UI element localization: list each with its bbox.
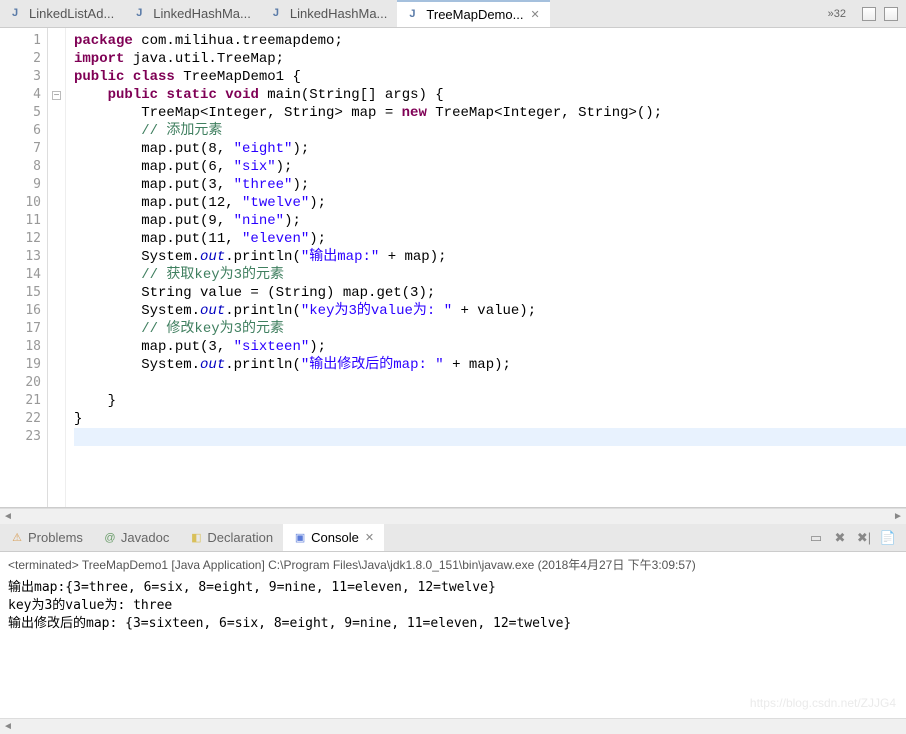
line-number: 4 <box>0 86 47 104</box>
line-number: 14 <box>0 266 47 284</box>
console-line: 输出修改后的map: {3=sixteen, 6=six, 8=eight, 9… <box>8 615 898 633</box>
javadoc-icon: @ <box>103 531 117 545</box>
fold-toggle-icon[interactable]: − <box>52 91 61 100</box>
code-line[interactable]: package com.milihua.treemapdemo; <box>74 32 906 50</box>
scroll-right-icon[interactable]: ► <box>890 511 906 522</box>
code-line[interactable]: public class TreeMapDemo1 { <box>74 68 906 86</box>
code-line[interactable]: map.put(3, "three"); <box>74 176 906 194</box>
tab-label: LinkedHashMa... <box>153 6 251 21</box>
line-number: 15 <box>0 284 47 302</box>
declaration-icon: ◧ <box>189 531 203 545</box>
code-line[interactable]: } <box>74 410 906 428</box>
code-line[interactable]: map.put(9, "nine"); <box>74 212 906 230</box>
code-line[interactable]: System.out.println("输出map:" + map); <box>74 248 906 266</box>
remove-launch-icon[interactable]: ▭ <box>808 530 824 546</box>
line-number: 6 <box>0 122 47 140</box>
code-area[interactable]: package com.milihua.treemapdemo;import j… <box>66 28 906 507</box>
code-line[interactable]: map.put(6, "six"); <box>74 158 906 176</box>
tab-label: TreeMapDemo... <box>426 7 523 22</box>
watermark: https://blog.csdn.net/ZJJG4 <box>750 696 896 710</box>
code-line[interactable]: } <box>74 392 906 410</box>
editor-tab-0[interactable]: LinkedListAd... <box>0 0 124 27</box>
line-number: 21 <box>0 392 47 410</box>
java-file-icon <box>271 7 285 21</box>
view-tab-console[interactable]: ▣ Console ✕ <box>283 524 384 551</box>
code-line[interactable]: String value = (String) map.get(3); <box>74 284 906 302</box>
console-line: 输出map:{3=three, 6=six, 8=eight, 9=nine, … <box>8 579 898 597</box>
editor-tab-1[interactable]: LinkedHashMa... <box>124 0 261 27</box>
view-tab-label: Console <box>311 530 359 545</box>
horizontal-scrollbar[interactable]: ◄ ► <box>0 508 906 524</box>
maximize-button[interactable] <box>884 7 898 21</box>
editor-tab-2[interactable]: LinkedHashMa... <box>261 0 398 27</box>
line-number: 13 <box>0 248 47 266</box>
console-header: <terminated> TreeMapDemo1 [Java Applicat… <box>0 552 906 577</box>
view-tab-javadoc[interactable]: @ Javadoc <box>93 524 179 551</box>
line-number: 12 <box>0 230 47 248</box>
console-icon: ▣ <box>293 531 307 545</box>
minimize-button[interactable] <box>862 7 876 21</box>
line-number: 2 <box>0 50 47 68</box>
code-line[interactable]: System.out.println("key为3的value为: " + va… <box>74 302 906 320</box>
line-number: 17 <box>0 320 47 338</box>
pin-console-icon[interactable]: 📄 <box>880 530 896 546</box>
line-number: 9 <box>0 176 47 194</box>
fold-ruler: − <box>48 28 66 507</box>
java-file-icon <box>134 7 148 21</box>
remove-all-icon[interactable]: ✖ <box>832 530 848 546</box>
code-line[interactable]: import java.util.TreeMap; <box>74 50 906 68</box>
line-number: 16 <box>0 302 47 320</box>
tab-label: LinkedListAd... <box>29 6 114 21</box>
console-horizontal-scrollbar[interactable]: ◄ <box>0 718 906 734</box>
java-file-icon <box>10 7 24 21</box>
line-number: 8 <box>0 158 47 176</box>
line-number: 18 <box>0 338 47 356</box>
code-line[interactable]: map.put(8, "eight"); <box>74 140 906 158</box>
line-number: 22 <box>0 410 47 428</box>
overflow-indicator[interactable]: »32 <box>820 8 854 20</box>
line-number: 1 <box>0 32 47 50</box>
code-line[interactable]: // 获取key为3的元素 <box>74 266 906 284</box>
line-number-gutter: 1234567891011121314151617181920212223 <box>0 28 48 507</box>
view-tab-problems[interactable]: ⚠ Problems <box>0 524 93 551</box>
line-number: 3 <box>0 68 47 86</box>
console-line: key为3的value为: three <box>8 597 898 615</box>
line-number: 5 <box>0 104 47 122</box>
code-line[interactable]: // 添加元素 <box>74 122 906 140</box>
code-line[interactable]: public static void main(String[] args) { <box>74 86 906 104</box>
clear-console-icon[interactable]: ✖| <box>856 530 872 546</box>
tab-label: LinkedHashMa... <box>290 6 388 21</box>
code-line[interactable] <box>74 374 906 392</box>
close-tab-icon[interactable]: ✕ <box>530 8 539 21</box>
view-tab-declaration[interactable]: ◧ Declaration <box>179 524 283 551</box>
editor-tab-3[interactable]: TreeMapDemo... ✕ <box>397 0 549 27</box>
java-file-icon <box>407 8 421 22</box>
line-number: 23 <box>0 428 47 446</box>
bottom-tab-bar: ⚠ Problems @ Javadoc ◧ Declaration ▣ Console ✕ ▭… <box>0 524 906 552</box>
line-number: 10 <box>0 194 47 212</box>
code-line[interactable]: map.put(3, "sixteen"); <box>74 338 906 356</box>
scroll-left-icon[interactable]: ◄ <box>0 511 16 522</box>
editor-tab-bar: LinkedListAd... LinkedHashMa... LinkedHash… <box>0 0 906 28</box>
code-line[interactable]: TreeMap<Integer, String> map = new TreeM… <box>74 104 906 122</box>
line-number: 11 <box>0 212 47 230</box>
code-line[interactable] <box>74 428 906 446</box>
code-editor: 1234567891011121314151617181920212223 − … <box>0 28 906 508</box>
view-tab-label: Declaration <box>207 530 273 545</box>
close-view-icon[interactable]: ✕ <box>365 531 374 544</box>
line-number: 7 <box>0 140 47 158</box>
line-number: 20 <box>0 374 47 392</box>
view-tab-label: Problems <box>28 530 83 545</box>
scroll-left-icon[interactable]: ◄ <box>0 721 16 732</box>
view-tab-label: Javadoc <box>121 530 169 545</box>
code-line[interactable]: // 修改key为3的元素 <box>74 320 906 338</box>
problems-icon: ⚠ <box>10 531 24 545</box>
code-line[interactable]: System.out.println("输出修改后的map: " + map); <box>74 356 906 374</box>
line-number: 19 <box>0 356 47 374</box>
code-line[interactable]: map.put(12, "twelve"); <box>74 194 906 212</box>
code-line[interactable]: map.put(11, "eleven"); <box>74 230 906 248</box>
